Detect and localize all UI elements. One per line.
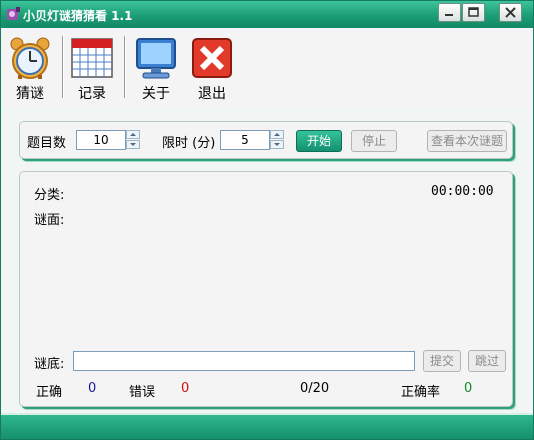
time-limit-stepper[interactable]: 5 [220,130,286,150]
category-label: 分类: [34,188,65,203]
toolbar-records-button[interactable]: 记录 [67,36,117,102]
maximize-icon [468,7,479,17]
calendar-table-icon [71,38,113,78]
wrong-label: 错误 [129,385,156,400]
accuracy-label: 正确率 [401,385,441,400]
toolbar: 猜谜 记录 关于 退出 [1,28,533,108]
toolbar-about-button[interactable]: 关于 [131,36,181,102]
spin-down-arrow-icon[interactable] [126,140,140,149]
view-riddles-button[interactable]: 查看本次谜题 [427,130,507,152]
spin-up-arrow-icon[interactable] [270,130,284,139]
stop-button[interactable]: 停止 [351,130,397,152]
correct-count: 0 [88,381,97,396]
wrong-count: 0 [181,381,190,396]
toolbar-about-label: 关于 [142,86,170,102]
title-bar[interactable]: 小贝灯谜猜猜看 1.1 [1,1,533,28]
spin-down-arrow-icon[interactable] [270,140,284,149]
correct-label: 正确 [36,385,63,400]
time-limit-input[interactable]: 5 [220,130,270,150]
question-count-label: 题目数 [27,136,67,151]
question-count-input[interactable]: 10 [76,130,126,150]
start-button[interactable]: 开始 [296,130,342,152]
alarm-clock-icon [10,37,50,79]
skip-button[interactable]: 跳过 [468,350,506,372]
close-button[interactable] [499,3,522,22]
riddle-panel: 分类: 00:00:00 谜面: 谜底: 提交 跳过 正确 0 错误 0 0/2… [19,171,513,407]
status-bar [1,415,533,439]
question-count-arrows[interactable] [126,130,140,150]
toolbar-separator [62,36,64,98]
answer-label: 谜底: [34,357,65,372]
settings-panel: 题目数 10 限时 (分) 5 开始 停止 查看本次谜题 [19,121,513,159]
maximize-button[interactable] [462,3,485,22]
accuracy-value: 0 [464,381,473,396]
toolbar-guess-label: 猜谜 [16,86,44,102]
monitor-icon [136,38,176,79]
toolbar-separator [124,36,126,98]
time-limit-arrows[interactable] [270,130,284,150]
toolbar-records-label: 记录 [78,86,106,102]
spin-up-arrow-icon[interactable] [126,130,140,139]
red-x-exit-icon [192,38,232,78]
minimize-button[interactable] [438,3,461,22]
answer-input[interactable] [73,351,415,371]
submit-button[interactable]: 提交 [423,350,461,372]
toolbar-exit-label: 退出 [198,86,226,102]
question-count-stepper[interactable]: 10 [76,130,142,150]
toolbar-guess-button[interactable]: 猜谜 [5,36,55,102]
app-window: 小贝灯谜猜猜看 1.1 猜谜 记录 关于 退出 题目数 10 限时 (分) 5 … [0,0,534,440]
toolbar-exit-button[interactable]: 退出 [187,36,237,102]
timer-display: 00:00:00 [431,184,494,199]
time-limit-label: 限时 (分) [162,136,216,151]
minimize-icon [445,14,453,16]
app-icon [7,7,20,20]
window-title: 小贝灯谜猜猜看 1.1 [23,9,133,23]
progress-count: 0/20 [300,381,330,396]
close-icon [505,7,516,18]
question-label: 谜面: [34,213,65,228]
